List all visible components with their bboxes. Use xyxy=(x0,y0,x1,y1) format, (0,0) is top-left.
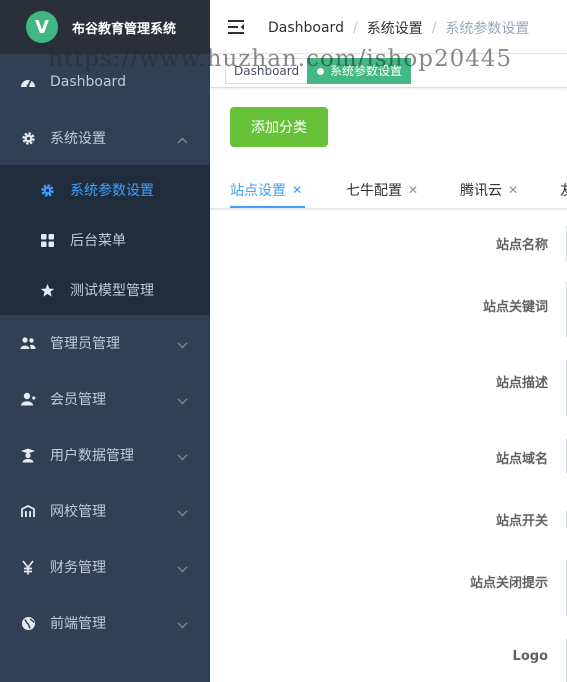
settings-tabs: 站点设置 ✕ 七牛配置 ✕ 腾讯云 ✕ 友 xyxy=(210,170,567,210)
chevron-down-icon xyxy=(177,449,188,465)
sidebar-subitem-backend-menu[interactable]: 后台菜单 xyxy=(0,215,210,265)
label-site-keywords: 站点关键词 xyxy=(482,300,548,315)
app-title: 布谷教育管理系统 xyxy=(72,21,177,37)
close-icon[interactable]: ✕ xyxy=(408,183,418,197)
user-icon xyxy=(20,391,36,407)
sidebar-item-label: 系统设置 xyxy=(50,131,106,147)
app-logo[interactable]: V xyxy=(26,11,58,43)
tag-dashboard[interactable]: Dashboard xyxy=(225,58,309,84)
label-site-description: 站点描述 xyxy=(495,376,548,391)
sidebar: V 布谷教育管理系统 Dashboard 系统设置 系统参数设置 后台菜单 测试… xyxy=(0,0,210,682)
breadcrumb-separator: / xyxy=(431,20,437,36)
sidebar-subitem-test-models[interactable]: 测试模型管理 xyxy=(0,265,210,315)
sidebar-item-member-management[interactable]: 会员管理 xyxy=(0,374,210,424)
sidebar-item-system-settings[interactable]: 系统设置 xyxy=(0,113,210,163)
close-icon[interactable]: ✕ xyxy=(292,183,302,197)
sidebar-item-label: 财务管理 xyxy=(50,560,106,576)
sidebar-subitem-label: 系统参数设置 xyxy=(70,183,154,199)
hamburger-icon[interactable] xyxy=(228,19,244,38)
sidebar-item-school-management[interactable]: 网校管理 xyxy=(0,486,210,536)
tab-qiniu-config[interactable]: 七牛配置 ✕ xyxy=(346,180,418,200)
star-icon xyxy=(39,282,55,298)
tab-label: 站点设置 xyxy=(230,183,286,199)
tags-view: Dashboard 系统参数设置 xyxy=(210,54,567,88)
logo-bar: V 布谷教育管理系统 xyxy=(0,0,210,54)
label-site-domain: 站点域名 xyxy=(495,452,548,467)
chevron-down-icon xyxy=(177,617,188,633)
label-logo: Logo xyxy=(512,649,548,664)
sidebar-item-label: Dashboard xyxy=(50,74,126,90)
tag-system-params[interactable]: 系统参数设置 xyxy=(307,58,412,84)
sidebar-item-user-data-management[interactable]: 用户数据管理 xyxy=(0,430,210,480)
sidebar-item-label: 网校管理 xyxy=(50,504,106,520)
sidebar-item-frontend-management[interactable]: 前端管理 xyxy=(0,598,210,648)
tab-label: 七牛配置 xyxy=(346,183,402,199)
graduate-icon xyxy=(20,447,36,463)
breadcrumb-item-system-settings[interactable]: 系统设置 xyxy=(367,18,423,38)
gear-icon xyxy=(20,130,36,146)
sidebar-subitem-label: 测试模型管理 xyxy=(70,283,154,299)
chevron-down-icon xyxy=(177,337,188,353)
tab-active-indicator xyxy=(230,206,305,208)
tab-tencent-cloud[interactable]: 腾讯云 ✕ xyxy=(460,180,518,200)
sidebar-item-label: 用户数据管理 xyxy=(50,448,134,464)
breadcrumb-separator: / xyxy=(352,20,358,36)
chevron-down-icon xyxy=(177,393,188,409)
sidebar-subitem-label: 后台菜单 xyxy=(70,233,126,249)
tab-label: 友 xyxy=(560,180,567,200)
breadcrumb-item-dashboard[interactable]: Dashboard xyxy=(268,20,344,36)
chevron-down-icon xyxy=(177,561,188,577)
tab-partial[interactable]: 友 xyxy=(560,180,567,200)
breadcrumb-item-current: 系统参数设置 xyxy=(445,21,530,37)
sidebar-item-label: 前端管理 xyxy=(50,616,106,632)
sidebar-item-label: 会员管理 xyxy=(50,392,106,408)
chevron-up-icon xyxy=(177,132,188,148)
grid-icon xyxy=(39,232,55,248)
close-icon[interactable]: ✕ xyxy=(508,183,518,197)
sidebar-item-admin-management[interactable]: 管理员管理 xyxy=(0,318,210,368)
sidebar-subitem-system-params[interactable]: 系统参数设置 xyxy=(0,165,210,215)
add-category-button[interactable]: 添加分类 xyxy=(230,107,328,147)
tab-label: 腾讯云 xyxy=(460,183,502,199)
label-site-name: 站点名称 xyxy=(495,238,548,253)
school-icon xyxy=(20,503,36,519)
chevron-down-icon xyxy=(177,505,188,521)
tab-site-settings[interactable]: 站点设置 ✕ xyxy=(230,180,302,200)
sidebar-item-label: 管理员管理 xyxy=(50,336,120,352)
breadcrumb: Dashboard / 系统设置 / 系统参数设置 xyxy=(268,18,529,38)
sidebar-item-finance-management[interactable]: 财务管理 xyxy=(0,542,210,592)
label-site-switch: 站点开关 xyxy=(495,514,548,529)
navbar: Dashboard / 系统设置 / 系统参数设置 xyxy=(210,0,567,54)
sidebar-item-dashboard[interactable]: Dashboard xyxy=(0,57,210,107)
yen-icon xyxy=(20,559,36,575)
label-site-closed-notice: 站点关闭提示 xyxy=(469,576,548,591)
gear-icon xyxy=(39,182,55,198)
globe-icon xyxy=(20,615,36,631)
admins-icon xyxy=(20,335,36,351)
dashboard-icon xyxy=(20,74,36,90)
